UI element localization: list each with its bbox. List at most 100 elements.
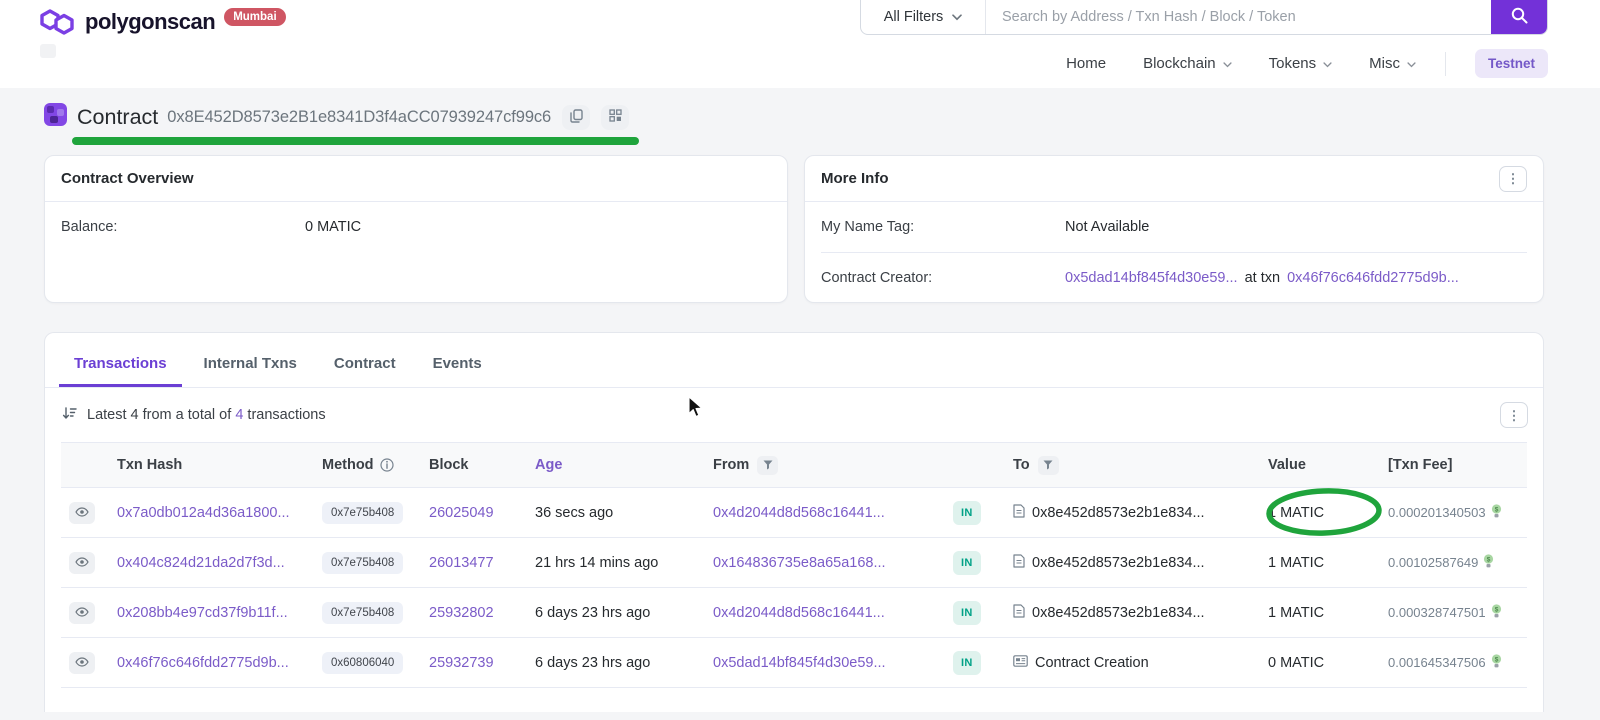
tx-summary-prefix: Latest 4 from a total of <box>87 407 231 423</box>
contract-address: 0x8E452D8573e2B1e8341D3f4aCC07939247cf99… <box>167 108 551 127</box>
table-row: 0x404c824d21da2d7f3d... 0x7e75b408 26013… <box>61 538 1527 588</box>
to-address: 0x8e452d8573e2b1e834... <box>1032 555 1205 571</box>
eye-icon-button[interactable] <box>69 652 95 674</box>
nav-label-tokens: Tokens <box>1269 55 1317 72</box>
creation-txn-link[interactable]: 0x46f76c646fdd2775d9b... <box>1287 270 1459 286</box>
nav-item-misc[interactable]: Misc <box>1369 55 1416 72</box>
at-txn-label: at txn <box>1245 270 1280 286</box>
header-age[interactable]: Age <box>535 443 713 488</box>
table-row: 0x46f76c646fdd2775d9b... 0x60806040 2593… <box>61 638 1527 688</box>
tx-count-link[interactable]: 4 <box>235 407 243 423</box>
header-to-label: To <box>1013 457 1030 473</box>
nav-divider <box>1445 52 1446 76</box>
search-icon <box>1511 7 1528 27</box>
from-address-link[interactable]: 0x5dad14bf845f4d30e59... <box>713 655 886 671</box>
nav-item-home[interactable]: Home <box>1066 55 1106 72</box>
info-cards-row: Contract Overview Balance: 0 MATIC More … <box>44 155 1544 303</box>
header-txn-hash: Txn Hash <box>117 443 322 488</box>
chevron-down-icon <box>952 9 962 25</box>
header-age-link[interactable]: Age <box>535 457 562 473</box>
block-link[interactable]: 25932739 <box>429 655 494 671</box>
tab-transactions[interactable]: Transactions <box>59 342 182 387</box>
balance-value: 0 MATIC <box>305 219 361 235</box>
nav-label-misc: Misc <box>1369 55 1400 72</box>
from-filter-button[interactable] <box>757 456 778 475</box>
block-link[interactable]: 25932802 <box>429 605 494 621</box>
block-link[interactable]: 26013477 <box>429 555 494 571</box>
more-info-menu-button[interactable]: ⋮ <box>1499 166 1527 192</box>
creator-address-link[interactable]: 0x5dad14bf845f4d30e59... <box>1065 270 1238 286</box>
contract-overview-card: Contract Overview Balance: 0 MATIC <box>44 155 788 303</box>
qr-code-button[interactable] <box>601 105 629 130</box>
search-button[interactable] <box>1491 0 1547 34</box>
more-info-title: More Info <box>821 170 889 187</box>
value-amount: 1 MATIC <box>1268 555 1324 571</box>
chevron-down-icon <box>1223 55 1232 72</box>
method-badge: 0x7e75b408 <box>322 502 403 524</box>
search-input[interactable] <box>986 0 1491 34</box>
more-info-header: More Info ⋮ <box>805 156 1543 202</box>
transactions-card: Transactions Internal Txns Contract Even… <box>44 332 1544 712</box>
eye-icon <box>75 605 89 620</box>
header-direction-column <box>953 443 1013 488</box>
search-filter-dropdown[interactable]: All Filters <box>861 0 986 34</box>
network-badge: Mumbai <box>224 8 285 26</box>
tab-contract[interactable]: Contract <box>319 342 411 387</box>
document-icon <box>1013 504 1025 522</box>
header-block: Block <box>429 443 535 488</box>
txn-hash-link[interactable]: 0x404c824d21da2d7f3d... <box>117 555 285 571</box>
nav-label-home: Home <box>1066 55 1106 72</box>
direction-badge: IN <box>953 551 981 575</box>
tx-table: Txn Hash Method Block Age From <box>61 442 1527 688</box>
contract-avatar <box>44 103 67 131</box>
sort-filter-icon <box>62 406 77 425</box>
gas-bulb-icon: $ <box>1491 504 1502 522</box>
value-amount: 1 MATIC <box>1268 505 1324 521</box>
header-method: Method <box>322 443 429 488</box>
txn-hash-link[interactable]: 0x46f76c646fdd2775d9b... <box>117 655 289 671</box>
from-address-link[interactable]: 0x4d2044d8d568c16441... <box>713 605 885 621</box>
from-address-link[interactable]: 0x164836735e8a65a168... <box>713 555 886 571</box>
txn-hash-link[interactable]: 0x208bb4e97cd37f9b11f... <box>117 605 288 621</box>
to-address: 0x8e452d8573e2b1e834... <box>1032 605 1205 621</box>
brand-logo[interactable]: polygonscan Mumbai <box>38 7 286 42</box>
eye-icon-button[interactable] <box>69 552 95 574</box>
header-txn-fee: [Txn Fee] <box>1388 443 1527 488</box>
direction-badge: IN <box>953 501 981 525</box>
chevron-down-icon <box>1407 55 1416 72</box>
eye-icon <box>75 505 89 520</box>
testnet-button[interactable]: Testnet <box>1475 49 1548 78</box>
method-badge: 0x7e75b408 <box>322 602 403 624</box>
block-link[interactable]: 26025049 <box>429 505 494 521</box>
copy-icon <box>570 109 583 126</box>
annotation-green-underline <box>72 137 639 145</box>
copy-address-button[interactable] <box>562 105 590 130</box>
info-icon[interactable] <box>380 458 394 472</box>
txn-fee-amount: 0.00102587649 <box>1388 555 1478 570</box>
eye-icon-button[interactable] <box>69 502 95 524</box>
nav-label-blockchain: Blockchain <box>1143 55 1216 72</box>
document-icon <box>1013 554 1025 572</box>
svg-text:$: $ <box>1487 556 1491 563</box>
txn-hash-link[interactable]: 0x7a0db012a4d36a1800... <box>117 505 290 521</box>
header-method-label: Method <box>322 457 374 473</box>
eye-icon-button[interactable] <box>69 602 95 624</box>
tab-events[interactable]: Events <box>418 342 497 387</box>
svg-text:$: $ <box>1494 506 1498 513</box>
from-address-link[interactable]: 0x4d2044d8d568c16441... <box>713 505 885 521</box>
svg-text:$: $ <box>1494 656 1498 663</box>
header-eye-column <box>61 443 117 488</box>
contract-creator-label: Contract Creator: <box>821 270 1065 286</box>
to-filter-button[interactable] <box>1038 456 1059 475</box>
nav-item-blockchain[interactable]: Blockchain <box>1143 55 1232 72</box>
name-tag-label: My Name Tag: <box>821 219 1065 235</box>
to-contract-creation-label: Contract Creation <box>1035 655 1149 671</box>
tab-internal-txns[interactable]: Internal Txns <box>189 342 312 387</box>
nav-item-tokens[interactable]: Tokens <box>1269 55 1333 72</box>
age-value: 6 days 23 hrs ago <box>535 655 650 671</box>
tx-table-menu-button[interactable]: ⋮ <box>1500 402 1528 428</box>
grid-qr-icon <box>609 109 622 125</box>
to-address: 0x8e452d8573e2b1e834... <box>1032 505 1205 521</box>
table-row: 0x7a0db012a4d36a1800... 0x7e75b408 26025… <box>61 488 1527 538</box>
svg-text:$: $ <box>1494 606 1498 613</box>
